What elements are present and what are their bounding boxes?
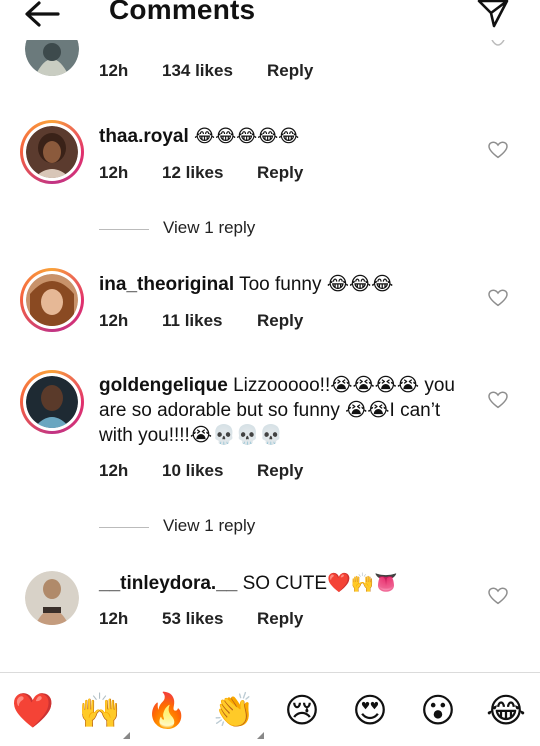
avatar[interactable] (20, 370, 84, 434)
tears-of-joy-emoji-button[interactable]: 😂 (484, 689, 528, 733)
reply-thread-line (99, 229, 149, 230)
emoji-reaction-bar: ❤️ 🙌 🔥 👏 😢 😍 😮 😂 (0, 673, 540, 746)
reply-button[interactable]: Reply (267, 61, 313, 81)
heart-outline-icon[interactable] (488, 587, 508, 605)
variant-indicator-icon (257, 732, 264, 739)
comment-text: goldengelique Lizzooooo!!😭😭😭😭 you are so… (99, 373, 469, 448)
clapping-hands-emoji-button[interactable]: 👏 (212, 689, 264, 739)
avatar[interactable] (20, 268, 84, 332)
reply-button[interactable]: Reply (257, 163, 303, 183)
comment-likes[interactable]: 10 likes (162, 461, 223, 481)
comment-likes[interactable]: 134 likes (162, 61, 233, 81)
comment-text: __tinleydora.__ SO CUTE❤️🙌👅 (99, 571, 479, 596)
comment-username[interactable]: ina_theoriginal (99, 274, 234, 295)
comment-body: SO CUTE❤️🙌👅 (242, 573, 399, 594)
header-bar: Comments (0, 0, 540, 40)
comment-username[interactable]: thaa.royal (99, 126, 189, 147)
back-arrow-icon[interactable] (22, 0, 62, 30)
comment-body: Too funny 😂😂😂 (239, 274, 394, 295)
reply-button[interactable]: Reply (257, 609, 303, 629)
comment-text: ina_theoriginal Too funny 😂😂😂 (99, 272, 479, 297)
red-heart-emoji-button[interactable]: ❤️ (11, 689, 55, 733)
view-replies-label: View 1 reply (163, 218, 256, 237)
heart-outline-icon[interactable] (488, 391, 508, 409)
comment-likes[interactable]: 12 likes (162, 163, 223, 183)
comment-time: 12h (99, 61, 129, 80)
comment-username[interactable]: goldengelique (99, 375, 228, 396)
reply-button[interactable]: Reply (257, 311, 303, 331)
crying-face-emoji-button[interactable]: 😢 (280, 689, 324, 733)
reply-thread-line (99, 527, 149, 528)
comment-time: 12h (99, 609, 129, 628)
page-title: Comments (109, 0, 256, 25)
comment-time: 12h (99, 311, 129, 330)
heart-outline-icon[interactable] (488, 289, 508, 307)
reply-button[interactable]: Reply (257, 461, 303, 481)
comment-time: 12h (99, 163, 129, 182)
comment-username[interactable]: __tinleydora.__ (99, 573, 237, 594)
variant-indicator-icon (123, 732, 130, 739)
avatar[interactable] (20, 120, 84, 184)
send-icon[interactable] (476, 0, 510, 28)
heart-outline-icon[interactable] (488, 141, 508, 159)
surprised-face-emoji-button[interactable]: 😮 (416, 689, 460, 733)
heart-eyes-emoji-button[interactable]: 😍 (348, 689, 392, 733)
comment-time: 12h (99, 461, 129, 480)
comment-likes[interactable]: 11 likes (162, 311, 223, 331)
avatar[interactable] (25, 571, 79, 625)
fire-emoji-button[interactable]: 🔥 (145, 689, 189, 733)
heart-outline-icon[interactable] (488, 40, 508, 54)
comment-likes[interactable]: 53 likes (162, 609, 223, 629)
view-replies-label: View 1 reply (163, 516, 256, 535)
raising-hands-emoji-button[interactable]: 🙌 (78, 689, 130, 739)
comment-body: 😂😂😂😂😂 (194, 126, 300, 146)
comment-text: thaa.royal 😂😂😂😂😂 (99, 124, 479, 149)
